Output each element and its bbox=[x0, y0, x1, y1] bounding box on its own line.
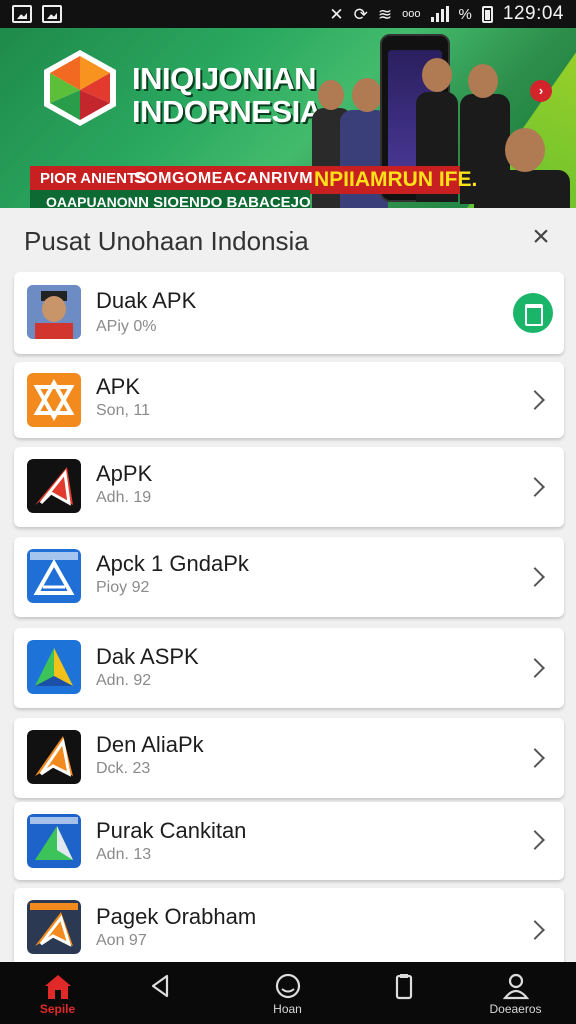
person-icon bbox=[502, 973, 530, 1000]
app-logo-icon bbox=[27, 549, 81, 603]
list-item[interactable]: Pagek Orabham Aon 97 bbox=[14, 888, 564, 962]
face-icon bbox=[275, 973, 301, 999]
banner-sub-middle: IN SIOENDO BABACEJO bbox=[134, 194, 311, 208]
battery-percent: % bbox=[458, 5, 472, 23]
app-subtitle: Aon 97 bbox=[96, 932, 147, 949]
banner-title-line1: INIQIJONIAN bbox=[132, 61, 316, 96]
nav-hoan-label: Hoan bbox=[273, 1002, 302, 1016]
clipboard-icon bbox=[395, 974, 413, 1000]
list-item[interactable]: ApPK Adh. 19 bbox=[14, 447, 564, 527]
list-item[interactable]: Apck 1 GndaPk Pioy 92 bbox=[14, 537, 564, 617]
app-store-logo-icon bbox=[44, 50, 116, 126]
app-subtitle: Adh. 19 bbox=[96, 489, 152, 506]
sheet-header: Pusat Unohaan Indonsia × bbox=[0, 208, 576, 270]
banner-ribbon-right: NPIIAMRUN IFE. bbox=[314, 168, 478, 191]
nav-clipboard[interactable] bbox=[346, 962, 461, 1024]
list-item[interactable]: Dak ASPK Adn. 92 bbox=[14, 628, 564, 708]
app-name: Pagek Orabham bbox=[96, 904, 257, 929]
chevron-right-icon bbox=[525, 830, 545, 850]
banner-title-line2: INDORNESIA bbox=[132, 94, 322, 129]
app-logo-icon bbox=[27, 900, 81, 954]
back-icon bbox=[151, 974, 169, 998]
banner-title: INIQIJONIAN INDORNESIA bbox=[132, 62, 322, 128]
mute-icon: ✕ bbox=[329, 4, 344, 24]
list-item[interactable]: Purak Cankitan Adn. 13 bbox=[14, 802, 564, 880]
app-name: ApPK bbox=[96, 461, 153, 486]
install-button[interactable] bbox=[513, 293, 553, 333]
nav-back[interactable] bbox=[103, 962, 218, 1024]
app-name: Dak ASPK bbox=[96, 644, 199, 669]
battery-icon bbox=[481, 5, 493, 23]
chevron-right-icon bbox=[525, 567, 545, 587]
app-subtitle: Dck. 23 bbox=[96, 760, 151, 777]
app-subtitle: Son, 11 bbox=[96, 402, 150, 419]
chevron-right-icon bbox=[525, 477, 545, 497]
promo-banner[interactable]: INIQIJONIAN INDORNESIA › PIOR ANIENTS SO… bbox=[0, 28, 576, 208]
app-logo-icon bbox=[27, 730, 81, 784]
banner-close-icon[interactable]: › bbox=[530, 80, 552, 102]
signal-icon bbox=[430, 6, 449, 22]
status-bar: ✕ ⟳ ≋ ooo % 129:04 bbox=[0, 0, 576, 28]
banner-sub-left: OAAPUANON bbox=[46, 194, 138, 208]
rotation-icon: ⟳ bbox=[353, 4, 368, 24]
list-item[interactable]: Den AliaPk Dck. 23 bbox=[14, 718, 564, 798]
app-subtitle: Adn. 92 bbox=[96, 672, 152, 689]
chevron-right-icon bbox=[525, 748, 545, 768]
home-icon bbox=[45, 975, 71, 999]
clock: 129:04 bbox=[502, 3, 564, 24]
chevron-right-icon bbox=[525, 390, 545, 410]
close-icon[interactable]: × bbox=[528, 222, 554, 252]
list-item[interactable]: Duak APK APiy 0% bbox=[14, 272, 564, 354]
bottom-nav: Sepile Hoan Doeaeros bbox=[0, 962, 576, 1024]
nav-profile-label: Doeaeros bbox=[489, 1002, 542, 1016]
app-logo-icon bbox=[27, 640, 81, 694]
app-logo-icon bbox=[27, 459, 81, 513]
app-name: Duak APK bbox=[96, 288, 197, 313]
nav-home-label: Sepile bbox=[39, 1002, 76, 1016]
app-name: Den AliaPk bbox=[96, 732, 204, 757]
chevron-right-icon bbox=[525, 920, 545, 940]
app-subtitle: APiy 0% bbox=[96, 318, 157, 335]
list-item[interactable]: APK Son, 11 bbox=[14, 362, 564, 438]
banner-ribbon-middle: SOMGOMEACANRIVM bbox=[134, 170, 314, 187]
app-list-sheet: Pusat Unohaan Indonsia × Duak APK APiy 0… bbox=[0, 208, 576, 962]
sheet-title: Pusat Unohaan Indonsia bbox=[24, 226, 309, 256]
app-logo-icon bbox=[27, 373, 81, 427]
chevron-right-icon bbox=[525, 658, 545, 678]
nav-home[interactable]: Sepile bbox=[0, 962, 115, 1024]
image-notification-icon bbox=[42, 5, 62, 23]
app-avatar-icon bbox=[27, 285, 81, 339]
carrier-label: ooo bbox=[402, 8, 421, 20]
app-name: APK bbox=[96, 374, 141, 399]
banner-ribbon-left: PIOR ANIENTS bbox=[40, 170, 147, 187]
nav-profile[interactable]: Doeaeros bbox=[458, 962, 573, 1024]
app-name: Apck 1 GndaPk bbox=[96, 551, 249, 576]
nav-hoan[interactable]: Hoan bbox=[230, 962, 345, 1024]
gallery-notification-icon bbox=[12, 5, 32, 23]
app-logo-icon bbox=[27, 814, 81, 868]
app-subtitle: Pioy 92 bbox=[96, 579, 150, 596]
wifi-icon: ≋ bbox=[377, 4, 393, 24]
app-name: Purak Cankitan bbox=[96, 818, 247, 843]
app-subtitle: Adn. 13 bbox=[96, 846, 152, 863]
